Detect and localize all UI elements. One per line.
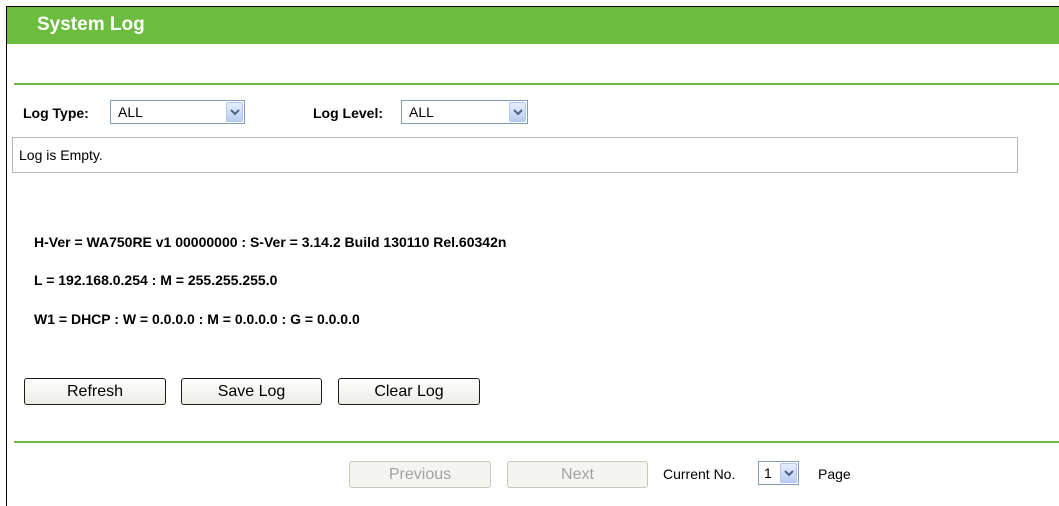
current-no-label: Current No. [663,466,736,482]
log-content: Log is Empty. [19,147,103,163]
page-label: Page [818,466,851,482]
chevron-down-icon[interactable] [509,102,526,122]
log-textarea[interactable]: Log is Empty. [12,137,1018,173]
refresh-button[interactable]: Refresh [24,378,166,405]
previous-button[interactable]: Previous [349,461,491,488]
clear-log-button[interactable]: Clear Log [338,378,480,405]
chevron-down-icon[interactable] [780,463,797,483]
page-title: System Log [37,14,145,35]
log-type-label: Log Type: [23,105,89,121]
save-log-button[interactable]: Save Log [181,378,322,405]
divider-top [14,83,1059,85]
chevron-down-icon[interactable] [226,102,243,122]
divider-bottom [14,441,1059,443]
title-bar: System Log [7,7,1059,44]
log-level-value: ALL [409,104,434,120]
log-type-value: ALL [118,104,143,120]
log-level-label: Log Level: [313,105,384,121]
page-select-value: 1 [764,465,772,481]
page-frame [6,6,1059,506]
next-button[interactable]: Next [507,461,648,488]
page-select[interactable]: 1 [758,461,799,485]
log-level-select[interactable]: ALL [401,100,528,124]
wan-info: W1 = DHCP : W = 0.0.0.0 : M = 0.0.0.0 : … [34,311,360,327]
version-info: H-Ver = WA750RE v1 00000000 : S-Ver = 3.… [34,234,507,250]
lan-info: L = 192.168.0.254 : M = 255.255.255.0 [34,272,278,288]
log-type-select[interactable]: ALL [110,100,245,124]
